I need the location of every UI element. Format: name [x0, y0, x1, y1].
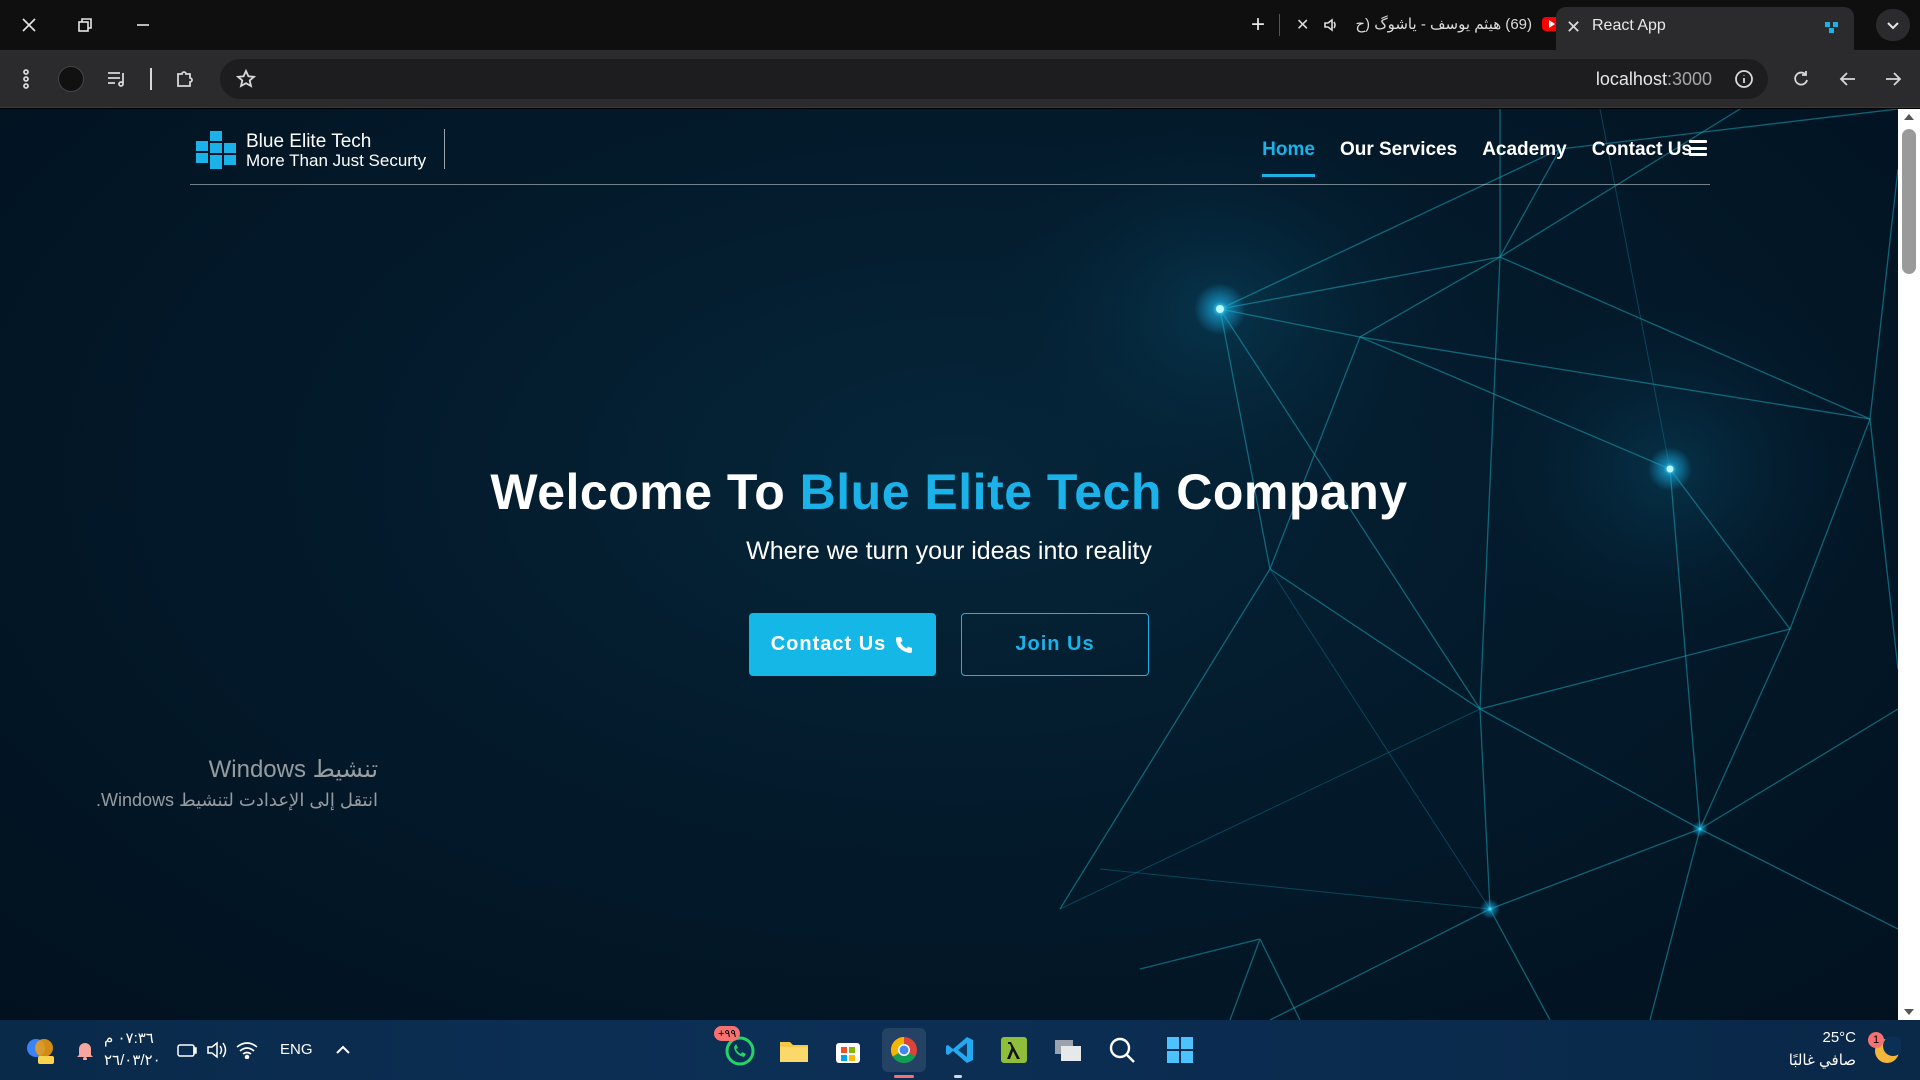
nav-academy[interactable]: Academy: [1482, 139, 1567, 175]
scroll-down-icon[interactable]: [1904, 1009, 1914, 1015]
weather-moon-icon[interactable]: 1: [1868, 1032, 1904, 1066]
tab-search-button[interactable]: [1876, 9, 1910, 41]
tab-react-app[interactable]: ✕ React App: [1556, 7, 1854, 50]
windows-start-icon[interactable]: [1160, 1030, 1200, 1070]
chrome-active-indicator: [894, 1075, 914, 1078]
window-minimize-button[interactable]: [116, 0, 170, 50]
tab-title: React App: [1592, 17, 1666, 34]
minimize-icon: [137, 24, 149, 26]
weather-badge: 1: [1868, 1032, 1884, 1048]
whatsapp-badge: +٩٩: [714, 1026, 741, 1041]
tab-title: (69) هيثم يوسف - ياشوگ (ح: [1355, 16, 1532, 33]
tab-youtube[interactable]: ✕ (69) هيثم يوسف - ياشوگ (ح: [1290, 9, 1568, 43]
new-tab-button[interactable]: +: [1244, 11, 1272, 38]
arrow-right-icon: [1886, 72, 1902, 86]
file-explorer-icon[interactable]: [774, 1030, 814, 1070]
windows-taskbar: ٠٧:٣٦ م ٢٦/٠٣/٢٠ ENG +٩٩ 25°C صافي غالبً…: [0, 1020, 1920, 1080]
vscode-running-indicator: [954, 1075, 962, 1078]
contact-us-button[interactable]: Contact Us: [749, 613, 936, 676]
nav-home[interactable]: Home: [1262, 139, 1315, 177]
page-scrollbar[interactable]: [1898, 109, 1920, 1020]
reload-button[interactable]: [1788, 66, 1814, 92]
contact-us-label: Contact Us: [770, 633, 887, 655]
forward-button[interactable]: [1880, 66, 1906, 92]
blue-elite-logo-icon: [196, 131, 236, 169]
puzzle-icon: [177, 71, 193, 87]
weather-condition[interactable]: صافي غالبًا: [1789, 1051, 1856, 1069]
battery-icon[interactable]: [176, 1039, 198, 1061]
brand-logo[interactable]: Blue Elite Tech More Than Just Securty: [196, 129, 426, 173]
tab-close-icon[interactable]: ✕: [1296, 15, 1309, 35]
hamburger-menu-icon[interactable]: [1689, 140, 1707, 156]
browser-toolbar: localhost:3000: [0, 50, 1920, 108]
url-text: localhost:3000: [1595, 69, 1712, 89]
microsoft-store-icon[interactable]: [828, 1030, 868, 1070]
nav-contact-us[interactable]: Contact Us: [1592, 139, 1692, 175]
notification-bell-icon[interactable]: [74, 1038, 96, 1062]
join-us-button[interactable]: Join Us: [961, 613, 1149, 676]
lambda-app-icon[interactable]: [994, 1030, 1034, 1070]
brand-divider: [444, 129, 445, 169]
audio-playing-icon[interactable]: [1323, 17, 1339, 33]
clock-time[interactable]: ٠٧:٣٦ م: [104, 1029, 154, 1047]
restore-icon: [78, 18, 92, 32]
arrow-left-icon: [1839, 72, 1855, 86]
header-divider: [190, 184, 1710, 185]
reload-icon: [1794, 71, 1808, 86]
whatsapp-icon[interactable]: +٩٩: [714, 1026, 760, 1070]
extensions-button[interactable]: [172, 66, 198, 92]
chrome-icon[interactable]: [882, 1028, 926, 1072]
clock-date[interactable]: ٢٦/٠٣/٢٠: [104, 1051, 161, 1069]
chevron-up-icon[interactable]: [332, 1040, 354, 1060]
address-bar[interactable]: localhost:3000: [220, 59, 1768, 99]
brand-tagline: More Than Just Securty: [246, 151, 427, 170]
wifi-icon[interactable]: [236, 1039, 258, 1061]
tab-close-icon[interactable]: ✕: [1566, 17, 1581, 38]
hero-title: Welcome To Blue Elite Tech Company: [490, 464, 1408, 520]
nav-our-services[interactable]: Our Services: [1340, 139, 1457, 175]
language-indicator[interactable]: ENG: [280, 1041, 313, 1058]
tab-divider: [1279, 14, 1280, 36]
phone-icon: [896, 636, 913, 653]
window-close-button[interactable]: [2, 0, 56, 50]
profile-avatar[interactable]: [58, 66, 84, 92]
main-nav: Home Our Services Academy Contact Us: [1262, 139, 1692, 177]
activation-message: انتقل إلى الإعدادت لتنشيط Windows.: [95, 790, 378, 810]
volume-icon[interactable]: [206, 1039, 228, 1061]
brand-name: Blue Elite Tech: [246, 131, 372, 152]
more-vertical-icon: [23, 69, 29, 89]
toolbar-divider: [150, 68, 152, 90]
browser-titlebar: + ✕ (69) هيثم يوسف - ياشوگ (ح ✕ React Ap…: [0, 0, 1920, 50]
react-favicon-icon: [1825, 22, 1838, 33]
activation-title: تنشيط Windows: [208, 756, 378, 783]
close-icon: [22, 18, 36, 32]
search-icon[interactable]: [1102, 1030, 1142, 1070]
vscode-icon[interactable]: [940, 1030, 980, 1070]
windows-activation-watermark: تنشيط Windows انتقل إلى الإعدادت لتنشيط …: [96, 755, 378, 811]
queue-music-icon: [108, 72, 124, 87]
scroll-thumb[interactable]: [1902, 129, 1916, 274]
multitasking-app-icon[interactable]: [1048, 1030, 1088, 1070]
site-info-icon[interactable]: [1734, 69, 1754, 89]
star-icon[interactable]: [236, 69, 256, 89]
window-restore-button[interactable]: [58, 0, 112, 50]
scroll-up-icon[interactable]: [1904, 114, 1914, 120]
media-controls-button[interactable]: [104, 66, 130, 92]
menu-button[interactable]: [14, 66, 38, 92]
back-button[interactable]: [1835, 66, 1861, 92]
chevron-down-icon: [1887, 22, 1899, 30]
web-page: Blue Elite Tech More Than Just Securty H…: [0, 109, 1920, 1020]
copilot-icon[interactable]: [24, 1034, 56, 1066]
hero-subtitle: Where we turn your ideas into reality: [746, 537, 1152, 565]
weather-temperature[interactable]: 25°C: [1822, 1029, 1856, 1046]
